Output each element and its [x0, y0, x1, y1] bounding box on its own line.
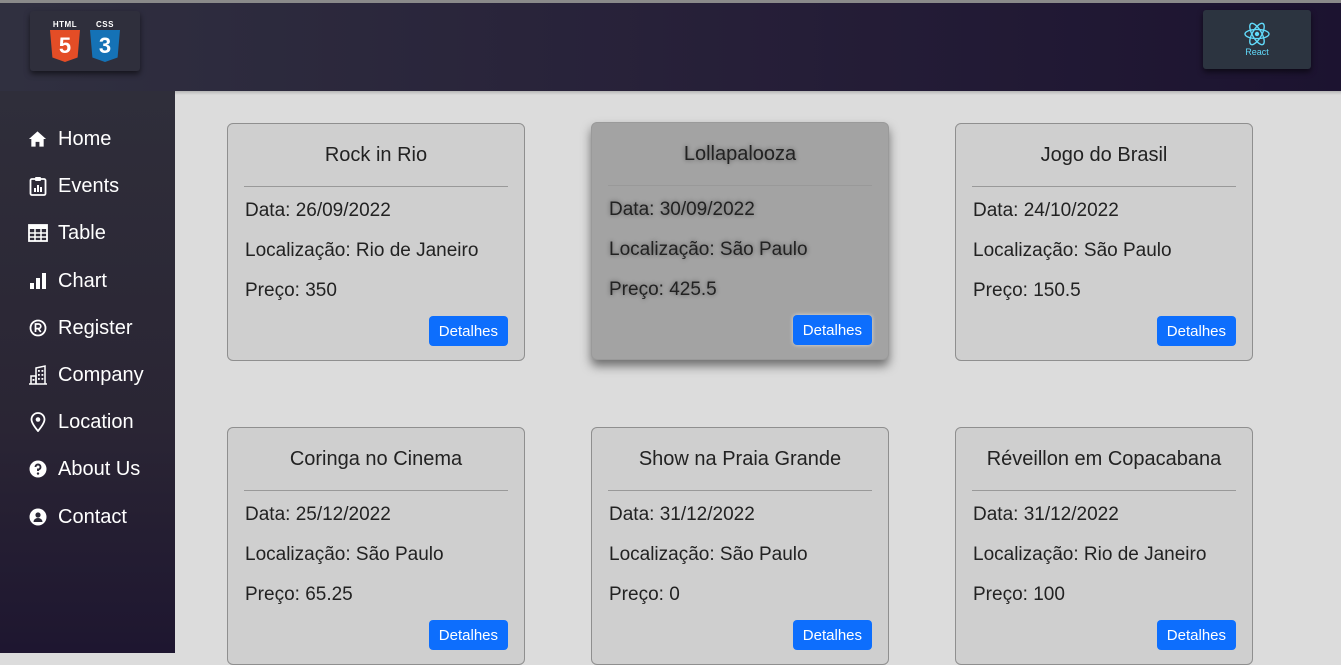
event-card[interactable]: Réveillon em Copacabana Data: 31/12/2022… — [955, 427, 1253, 665]
question-icon — [27, 459, 48, 480]
event-date: Data: 24/10/2022 — [973, 200, 1119, 221]
sidebar-item-events[interactable]: Events — [27, 172, 119, 200]
details-button[interactable]: Detalhes — [1156, 620, 1236, 650]
table-icon — [27, 223, 48, 244]
sidebar-item-label: Location — [58, 410, 134, 433]
bar-chart-icon — [27, 271, 48, 292]
building-icon — [27, 365, 48, 386]
event-title: Réveillon em Copacabana — [986, 448, 1222, 470]
card-divider — [608, 490, 872, 491]
sidebar-item-label: Register — [58, 316, 133, 339]
card-divider — [972, 186, 1236, 187]
css3-icon: 3 — [90, 30, 120, 62]
html-badge-label: HTML — [52, 20, 78, 29]
card-divider — [244, 490, 508, 491]
event-price: Preço: 350 — [245, 280, 337, 301]
sidebar-item-chart[interactable]: Chart — [27, 267, 107, 295]
sidebar-item-home[interactable]: Home — [27, 125, 111, 153]
event-price: Preço: 100 — [973, 584, 1065, 605]
event-price: Preço: 65.25 — [245, 584, 353, 605]
html5-badge: HTML 5 — [50, 20, 80, 62]
sidebar-item-contact[interactable]: Contact — [27, 503, 127, 531]
card-divider — [244, 186, 508, 187]
react-logo[interactable]: React — [1203, 10, 1311, 69]
sidebar-item-register[interactable]: Register — [27, 314, 132, 342]
event-card[interactable]: Show na Praia Grande Data: 31/12/2022 Lo… — [591, 427, 889, 665]
event-title: Jogo do Brasil — [1040, 144, 1168, 166]
react-atom-icon — [1244, 22, 1270, 46]
event-title: Coringa no Cinema — [289, 448, 463, 470]
event-date: Data: 31/12/2022 — [609, 504, 755, 525]
sidebar-item-location[interactable]: Location — [27, 408, 134, 436]
event-card[interactable]: Coringa no Cinema Data: 25/12/2022 Local… — [227, 427, 525, 665]
details-button[interactable]: Detalhes — [428, 316, 508, 346]
contact-icon — [27, 507, 48, 528]
event-card[interactable]: Lollapalooza Data: 30/09/2022 Localizaçã… — [591, 122, 889, 360]
sidebar-item-company[interactable]: Company — [27, 361, 144, 389]
event-price: Preço: 425.5 — [609, 279, 717, 300]
details-button[interactable]: Detalhes — [1156, 316, 1236, 346]
registered-icon — [27, 318, 48, 339]
event-card[interactable]: Rock in Rio Data: 26/09/2022 Localização… — [227, 123, 525, 361]
content-top-shadow — [175, 91, 1341, 95]
event-location: Localização: Rio de Janeiro — [973, 544, 1207, 565]
sidebar-item-label: Events — [58, 174, 120, 197]
home-icon — [27, 129, 48, 150]
details-button[interactable]: Detalhes — [792, 315, 872, 345]
event-date: Data: 31/12/2022 — [973, 504, 1119, 525]
map-pin-icon — [27, 412, 48, 433]
sidebar-item-label: Home — [58, 127, 112, 150]
sidebar-item-label: Contact — [58, 505, 127, 528]
event-location: Localização: São Paulo — [973, 240, 1172, 261]
css3-badge: CSS 3 — [90, 20, 120, 62]
sidebar-item-label: Company — [58, 363, 144, 386]
top-bar: HTML 5 CSS 3 React — [0, 0, 1341, 91]
clipboard-icon — [27, 176, 48, 197]
event-location: Localização: São Paulo — [245, 544, 444, 565]
html-css-logo[interactable]: HTML 5 CSS 3 — [30, 11, 140, 71]
details-button[interactable]: Detalhes — [428, 620, 508, 650]
sidebar: Home Events Table Chart Register Company… — [0, 91, 175, 653]
event-date: Data: 30/09/2022 — [609, 199, 755, 220]
css-badge-label: CSS — [96, 20, 114, 29]
card-divider — [972, 490, 1236, 491]
details-button[interactable]: Detalhes — [792, 620, 872, 650]
event-location: Localização: São Paulo — [609, 544, 808, 565]
event-location: Localização: São Paulo — [609, 239, 808, 260]
card-divider — [608, 185, 872, 186]
react-label: React — [1245, 47, 1269, 57]
sidebar-item-table[interactable]: Table — [27, 219, 106, 247]
html5-icon: 5 — [50, 30, 80, 62]
event-title: Lollapalooza — [683, 143, 797, 165]
event-price: Preço: 0 — [609, 584, 680, 605]
event-price: Preço: 150.5 — [973, 280, 1081, 301]
event-card[interactable]: Jogo do Brasil Data: 24/10/2022 Localiza… — [955, 123, 1253, 361]
event-date: Data: 26/09/2022 — [245, 200, 391, 221]
sidebar-item-label: Table — [58, 221, 106, 244]
event-location: Localização: Rio de Janeiro — [245, 240, 479, 261]
event-title: Show na Praia Grande — [638, 448, 842, 470]
event-title: Rock in Rio — [324, 144, 428, 166]
sidebar-item-label: Chart — [58, 269, 107, 292]
sidebar-item-label: About Us — [58, 457, 141, 480]
sidebar-item-about-us[interactable]: About Us — [27, 455, 140, 483]
event-date: Data: 25/12/2022 — [245, 504, 391, 525]
